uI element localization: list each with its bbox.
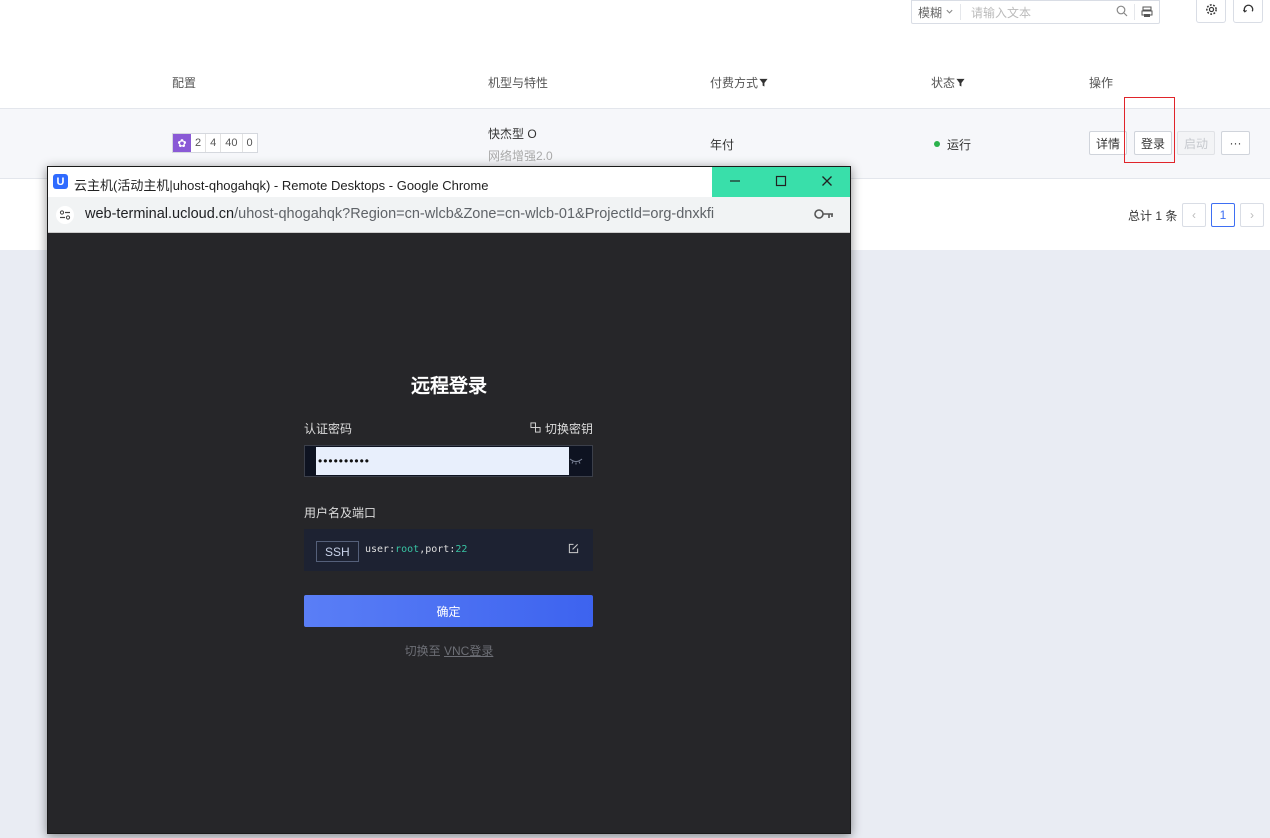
- close-button[interactable]: [804, 167, 850, 197]
- switch-key-label: 切换密钥: [545, 422, 594, 436]
- ssh-user-port: user:root,port:22: [365, 544, 468, 555]
- details-button[interactable]: 详情: [1089, 131, 1128, 155]
- password-field[interactable]: ••••••••••: [304, 445, 593, 477]
- ssh-settings: SSH user:root,port:22: [304, 529, 593, 571]
- password-input[interactable]: ••••••••••: [316, 447, 569, 475]
- url-host: web-terminal.ucloud.cn: [85, 206, 235, 222]
- ucloud-app-icon: U: [53, 174, 68, 189]
- pagination-total: 总计 1 条: [1128, 209, 1178, 223]
- machine-type: 快杰型 O: [488, 127, 537, 141]
- config-memory: 4: [206, 134, 222, 152]
- remote-desktop-window: U 云主机(活动主机|uhost-qhogahqk) - Remote Desk…: [47, 166, 851, 834]
- header-config: 配置: [172, 76, 197, 90]
- filter-icon[interactable]: [956, 76, 965, 90]
- minimize-button[interactable]: [712, 167, 758, 197]
- login-title: 远程登录: [410, 376, 487, 397]
- printer-icon[interactable]: [1134, 4, 1159, 20]
- window-titlebar[interactable]: U 云主机(活动主机|uhost-qhogahqk) - Remote Desk…: [48, 167, 850, 197]
- highlight-box: [1124, 97, 1175, 163]
- protocol-tag: SSH: [316, 541, 359, 562]
- close-icon: [821, 175, 833, 190]
- more-button[interactable]: ···: [1221, 131, 1250, 155]
- vnc-prefix: 切换至: [404, 644, 441, 658]
- minimize-icon: [729, 175, 741, 190]
- header-billing-label: 付费方式: [710, 76, 759, 90]
- address-bar[interactable]: web-terminal.ucloud.cn/uhost-qhogahqk?Re…: [48, 197, 850, 233]
- settings-button[interactable]: [1196, 0, 1226, 23]
- refresh-icon: [1242, 3, 1255, 19]
- header-type: 机型与特性: [488, 76, 549, 90]
- status-badge: 运行: [947, 138, 972, 152]
- search-mode-label: 模糊: [917, 5, 942, 20]
- user-port-label: 用户名及端口: [304, 506, 377, 520]
- billing-mode: 年付: [710, 138, 735, 152]
- config-gpu: 0: [246, 137, 253, 149]
- port-value: 22: [455, 544, 468, 555]
- window-title: 云主机(活动主机|uhost-qhogahqk) - Remote Deskto…: [74, 178, 489, 193]
- chevron-left-icon: ‹: [1192, 208, 1196, 222]
- chevron-right-icon: ›: [1250, 208, 1254, 222]
- next-page-button[interactable]: ›: [1240, 203, 1264, 227]
- maximize-icon: [775, 175, 787, 190]
- machine-feature: 网络增强2.0: [488, 149, 553, 163]
- url-text[interactable]: web-terminal.ucloud.cn/uhost-qhogahqk?Re…: [85, 206, 714, 222]
- chevron-down-icon: [945, 5, 954, 19]
- port-key: port: [425, 544, 450, 555]
- chip-icon: ✿: [173, 134, 191, 152]
- start-button[interactable]: 启动: [1177, 131, 1216, 155]
- header-actions: 操作: [1089, 76, 1114, 90]
- page-button[interactable]: 1: [1211, 203, 1235, 227]
- switch-icon: [530, 421, 541, 436]
- config-spec: ✿ 2 4 40 0: [172, 133, 258, 153]
- site-settings-icon[interactable]: [56, 206, 74, 224]
- prev-page-button[interactable]: ‹: [1182, 203, 1206, 227]
- user-key: user: [365, 544, 390, 555]
- status-dot: [934, 141, 940, 147]
- config-disk: 40: [221, 134, 243, 152]
- search-input[interactable]: 请输入文本: [961, 4, 1110, 21]
- refresh-button[interactable]: [1233, 0, 1263, 23]
- maximize-button[interactable]: [758, 167, 804, 197]
- switch-vnc: 切换至 VNC登录: [48, 642, 850, 659]
- config-cpu: 2: [191, 134, 207, 152]
- search-mode-select[interactable]: 模糊: [912, 4, 961, 20]
- search-box[interactable]: 模糊 请输入文本: [911, 0, 1160, 24]
- user-value: root: [395, 544, 420, 555]
- search-icon[interactable]: [1110, 5, 1134, 20]
- confirm-button[interactable]: 确定: [304, 595, 593, 627]
- header-billing[interactable]: 付费方式: [710, 74, 768, 91]
- password-label: 认证密码: [304, 422, 353, 436]
- switch-key-button[interactable]: 切换密钥: [530, 420, 593, 437]
- filter-icon[interactable]: [759, 76, 768, 90]
- eye-closed-icon[interactable]: [569, 455, 583, 469]
- url-path: /uhost-qhogahqk?Region=cn-wlcb&Zone=cn-w…: [234, 206, 715, 222]
- header-status[interactable]: 状态: [931, 74, 965, 91]
- key-icon[interactable]: [814, 207, 834, 224]
- gear-icon: [1205, 3, 1218, 19]
- edit-icon[interactable]: [568, 543, 579, 557]
- vnc-login-link[interactable]: VNC登录: [444, 644, 493, 658]
- header-status-label: 状态: [931, 76, 956, 90]
